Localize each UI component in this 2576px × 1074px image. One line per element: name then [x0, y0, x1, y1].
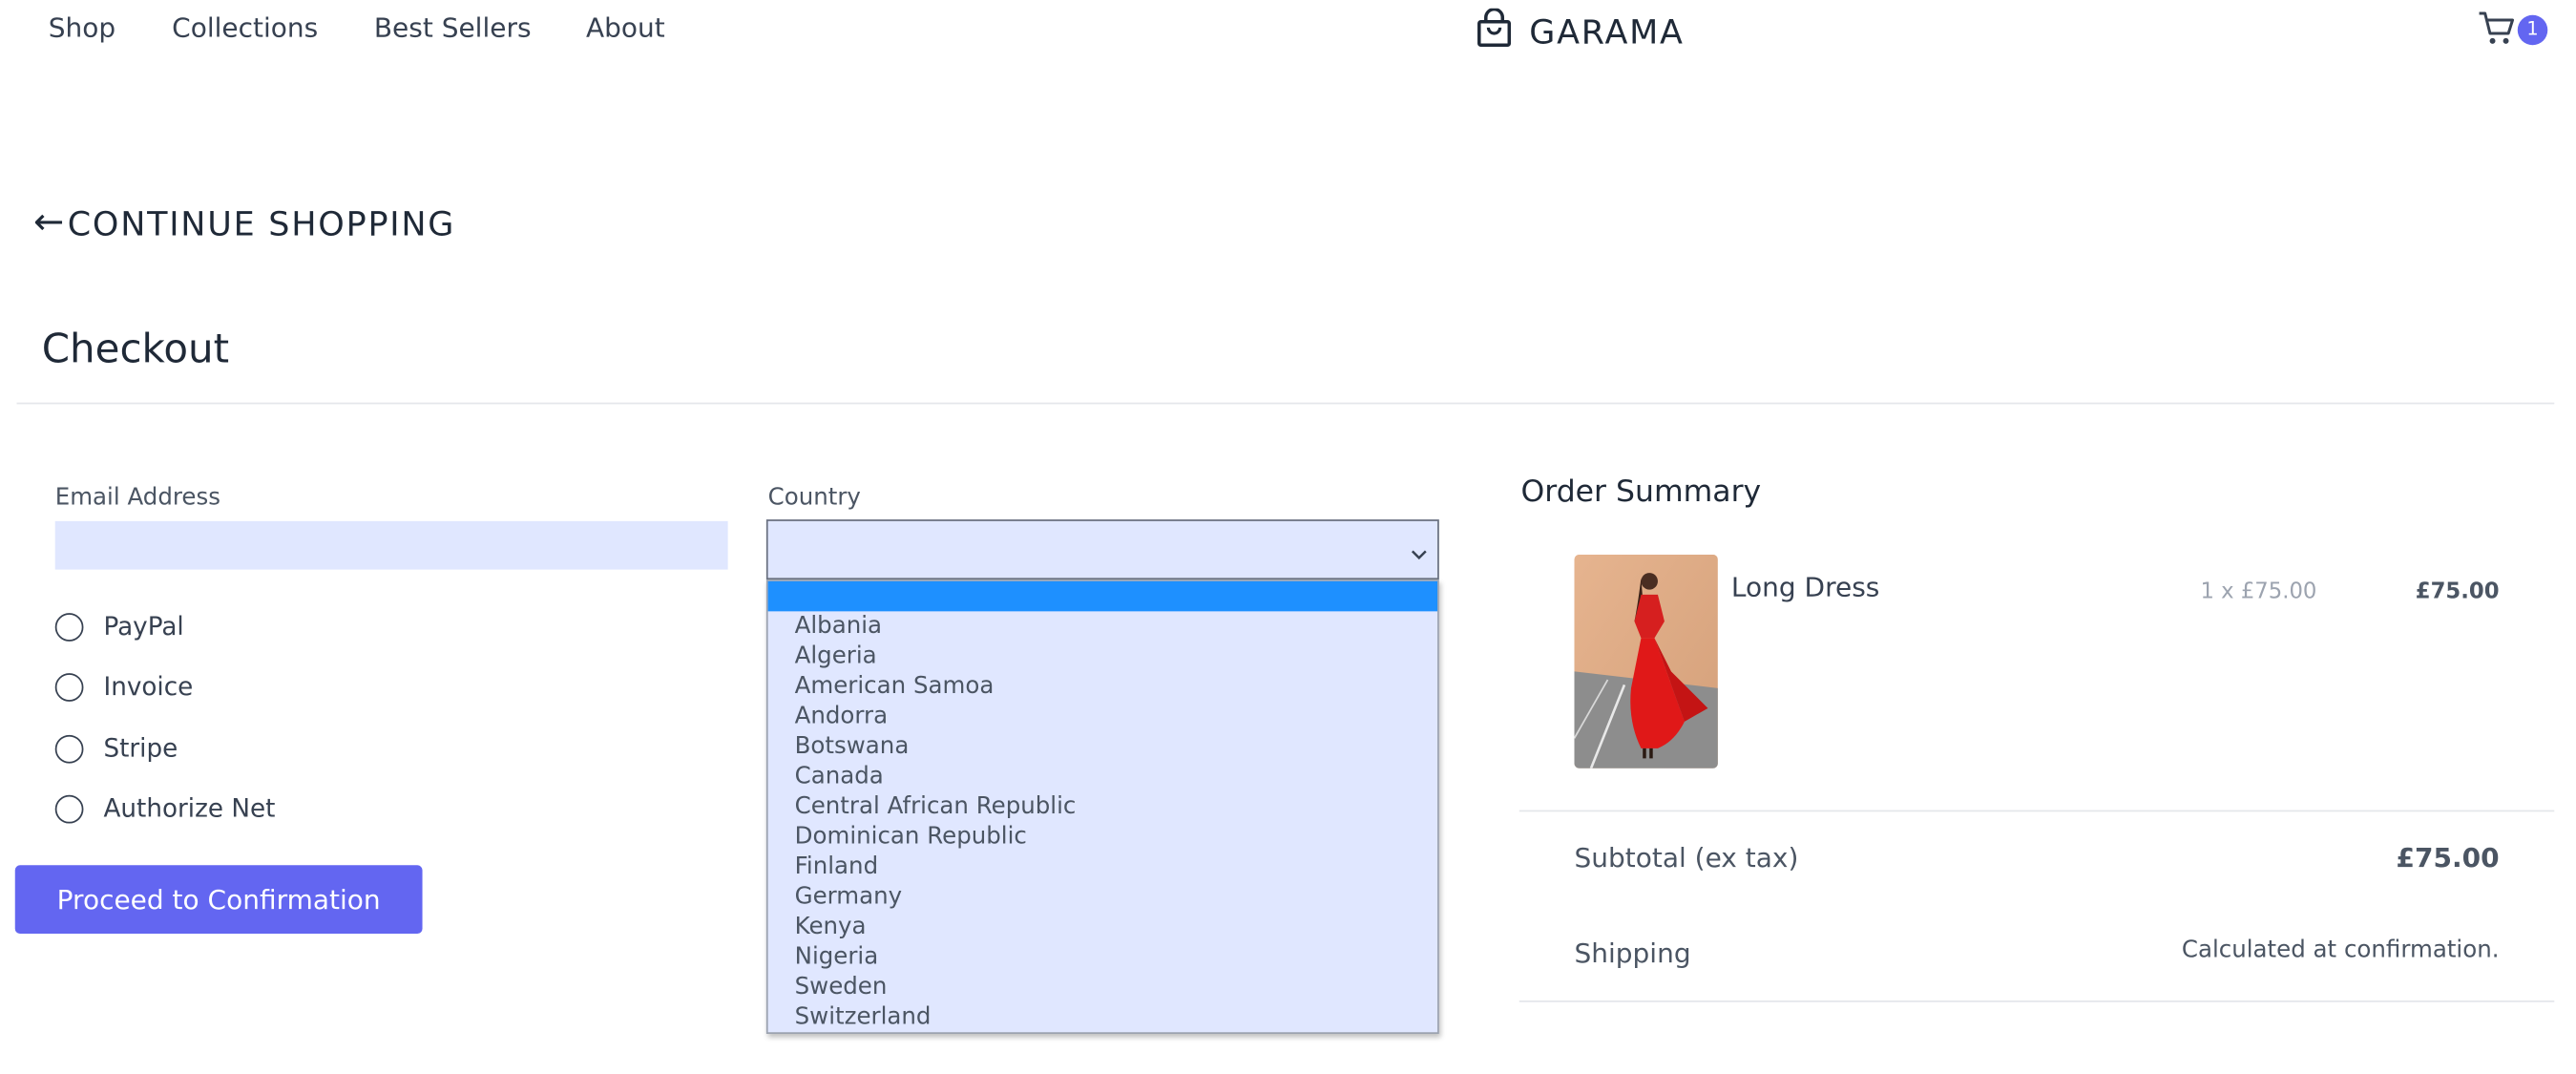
country-option[interactable]: Canada	[795, 762, 884, 791]
country-option[interactable]: Botswana	[795, 731, 910, 761]
summary-divider-top	[1518, 810, 2555, 812]
payment-option-authorize-net[interactable]: Authorize Net	[54, 793, 276, 824]
proceed-to-confirmation-button[interactable]: Proceed to Confirmation	[14, 865, 423, 935]
country-option[interactable]: American Samoa	[795, 671, 995, 701]
country-option[interactable]: Kenya	[795, 912, 867, 941]
country-option[interactable]: Algeria	[795, 642, 877, 671]
country-option[interactable]: Central African Republic	[795, 791, 1077, 821]
country-dropdown-list[interactable]: Albania Algeria American Samoa Andorra B…	[765, 579, 1439, 1035]
page-title: Checkout	[41, 326, 230, 373]
continue-shopping-label: CONTINUE SHOPPING	[67, 203, 456, 244]
cart-button[interactable]: 1	[2478, 10, 2551, 50]
chevron-down-icon	[1409, 539, 1429, 560]
order-summary-title: Order Summary	[1520, 474, 1762, 510]
payment-option-stripe[interactable]: Stripe	[54, 733, 178, 764]
dropdown-highlighted-option[interactable]	[767, 580, 1438, 612]
product-quantity-price: 1 x £75.00	[2200, 579, 2317, 605]
product-total: £75.00	[2415, 579, 2500, 605]
shopping-bag-icon	[1476, 7, 1512, 55]
payment-option-paypal[interactable]: PayPal	[54, 611, 184, 642]
payment-label-invoice: Invoice	[103, 671, 194, 702]
shipping-label: Shipping	[1574, 937, 1691, 969]
nav-link-best-sellers[interactable]: Best Sellers	[374, 11, 532, 45]
country-option[interactable]: Nigeria	[795, 942, 879, 972]
continue-shopping-link[interactable]: ← CONTINUE SHOPPING	[33, 202, 455, 245]
brand-name: GARAMA	[1529, 11, 1685, 53]
radio-stripe[interactable]	[54, 733, 84, 763]
payment-label-stripe: Stripe	[103, 733, 178, 764]
arrow-left-icon: ←	[32, 201, 66, 244]
summary-divider-bottom	[1518, 1000, 2555, 1002]
payment-label-paypal: PayPal	[103, 611, 184, 642]
country-option[interactable]: Finland	[795, 852, 879, 881]
cart-count-badge: 1	[2517, 14, 2548, 46]
country-select[interactable]	[765, 519, 1439, 580]
payment-option-invoice[interactable]: Invoice	[54, 671, 194, 702]
radio-authorize-net[interactable]	[54, 793, 84, 823]
brand-logo[interactable]: GARAMA	[1476, 7, 1685, 55]
email-label: Email Address	[54, 484, 220, 512]
product-name: Long Dress	[1730, 571, 1880, 603]
country-option[interactable]: Sweden	[795, 972, 888, 1001]
nav-link-about[interactable]: About	[586, 11, 665, 45]
cart-icon	[2478, 10, 2518, 53]
radio-invoice[interactable]	[54, 672, 84, 701]
subtotal-value: £75.00	[2396, 841, 2500, 874]
country-label: Country	[767, 484, 861, 512]
shipping-value: Calculated at confirmation.	[2181, 937, 2500, 964]
nav-link-collections[interactable]: Collections	[172, 11, 318, 45]
header-divider	[16, 402, 2555, 405]
country-option[interactable]: Germany	[795, 882, 903, 912]
product-image	[1574, 554, 1718, 769]
country-option[interactable]: Albania	[795, 611, 882, 641]
subtotal-label: Subtotal (ex tax)	[1574, 841, 1799, 874]
country-option[interactable]: Andorra	[795, 702, 889, 731]
radio-paypal[interactable]	[54, 612, 84, 641]
nav-link-shop[interactable]: Shop	[49, 11, 115, 45]
country-option[interactable]: Dominican Republic	[795, 822, 1027, 852]
payment-label-authorize-net: Authorize Net	[103, 793, 276, 824]
country-option[interactable]: Switzerland	[795, 1002, 932, 1032]
email-field[interactable]	[54, 520, 728, 570]
